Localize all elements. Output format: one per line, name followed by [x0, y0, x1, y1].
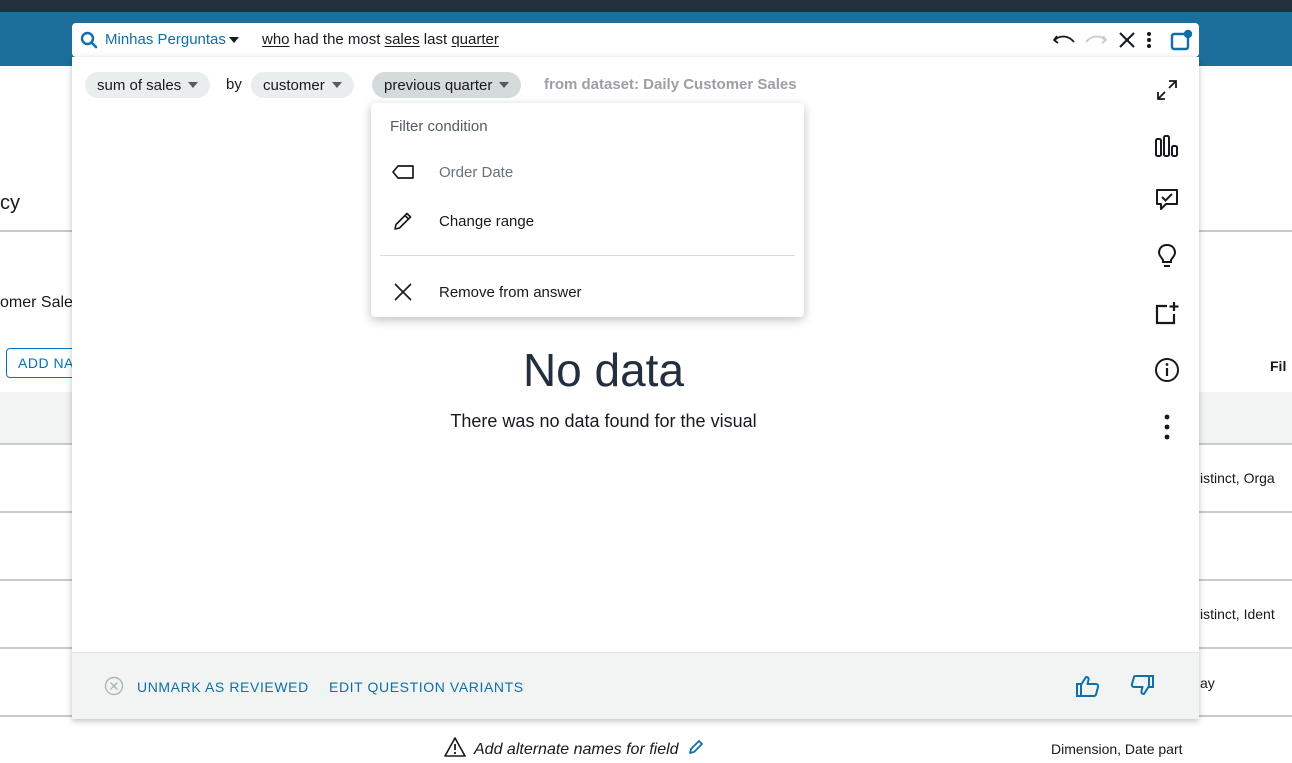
- menu-item-label: Change range: [439, 212, 535, 230]
- menu-header: Filter condition: [390, 118, 488, 135]
- no-data-message: There was no data found for the visual: [450, 411, 757, 431]
- menu-divider: [380, 255, 795, 256]
- expand-icon[interactable]: [1150, 73, 1184, 107]
- thumbs-down-icon[interactable]: [1129, 673, 1155, 699]
- q-search-bar[interactable]: Minhas Perguntas who had the most sales …: [72, 23, 1199, 57]
- no-data-title: No data: [522, 344, 685, 396]
- alternate-names-label: Add alternate names for field: [474, 740, 679, 758]
- question-text: last: [423, 31, 448, 48]
- unmark-reviewed-button[interactable]: UNMARK AS REVIEWED: [137, 679, 309, 695]
- answer-footer: UNMARK AS REVIEWED EDIT QUESTION VARIANT…: [72, 652, 1199, 719]
- by-label: by: [226, 76, 242, 93]
- chip-label: previous quarter: [384, 76, 493, 94]
- feedback-icon[interactable]: [1150, 183, 1184, 217]
- close-icon[interactable]: [1116, 29, 1138, 51]
- question-term[interactable]: sales: [385, 31, 420, 48]
- menu-item-label: Order Date: [439, 163, 514, 181]
- table-cell: ay: [1200, 675, 1215, 691]
- table-header-filter: Fil: [1270, 358, 1287, 374]
- menu-item-order-date: Order Date: [371, 150, 804, 194]
- caret-down-icon: [499, 82, 510, 88]
- search-icon: [80, 31, 98, 49]
- tag-icon: [391, 160, 415, 184]
- filter-condition-menu: Filter condition Order Date Change range…: [371, 103, 804, 317]
- close-icon: [391, 280, 415, 304]
- menu-item-change-range[interactable]: Change range: [371, 199, 804, 243]
- question-term[interactable]: who: [262, 31, 290, 48]
- question-text: had the most: [293, 31, 381, 48]
- caret-down-icon: [331, 82, 342, 88]
- thumbs-up-icon[interactable]: [1075, 673, 1101, 699]
- topic-name: Minhas Perguntas: [105, 31, 226, 48]
- topic-selector[interactable]: Minhas Perguntas: [105, 31, 239, 48]
- dataset-label: from dataset: Daily Customer Sales: [544, 76, 797, 93]
- background-heading: cy: [0, 192, 20, 214]
- info-icon[interactable]: [1150, 353, 1184, 387]
- menu-item-label: Remove from answer: [439, 283, 582, 301]
- bar-chart-icon[interactable]: [1150, 129, 1184, 163]
- pencil-icon: [391, 209, 415, 233]
- add-alternate-names[interactable]: Add alternate names for field: [444, 737, 705, 762]
- menu-item-remove-from-answer[interactable]: Remove from answer: [371, 270, 804, 314]
- redo-icon[interactable]: [1083, 29, 1109, 51]
- more-options-icon[interactable]: [1150, 410, 1184, 444]
- question-input[interactable]: who had the most sales last quarter: [262, 31, 499, 48]
- lightbulb-icon[interactable]: [1150, 239, 1184, 273]
- question-term[interactable]: quarter: [451, 31, 499, 48]
- table-cell: istinct, Ident: [1200, 606, 1275, 622]
- chip-measure[interactable]: sum of sales: [85, 72, 211, 98]
- caret-down-icon: [188, 82, 199, 88]
- chip-dimension[interactable]: customer: [251, 72, 354, 98]
- table-cell: istinct, Orga: [1200, 470, 1275, 486]
- unmark-icon: [101, 673, 127, 699]
- add-to-analysis-icon[interactable]: [1169, 29, 1195, 51]
- top-navigation-bar: [0, 0, 1292, 12]
- chip-label: customer: [263, 76, 325, 94]
- table-cell: Dimension, Date part: [1051, 741, 1183, 757]
- chip-filter[interactable]: previous quarter: [372, 72, 522, 98]
- background-dataset-name: omer Sale: [0, 294, 73, 311]
- chip-label: sum of sales: [97, 76, 182, 94]
- pencil-icon[interactable]: [687, 738, 705, 761]
- warning-icon: [444, 737, 466, 762]
- caret-down-icon: [228, 36, 239, 43]
- undo-icon[interactable]: [1051, 29, 1077, 51]
- edit-question-variants-button[interactable]: EDIT QUESTION VARIANTS: [329, 679, 524, 695]
- more-options-icon[interactable]: [1140, 29, 1158, 51]
- add-visual-icon[interactable]: [1150, 296, 1184, 330]
